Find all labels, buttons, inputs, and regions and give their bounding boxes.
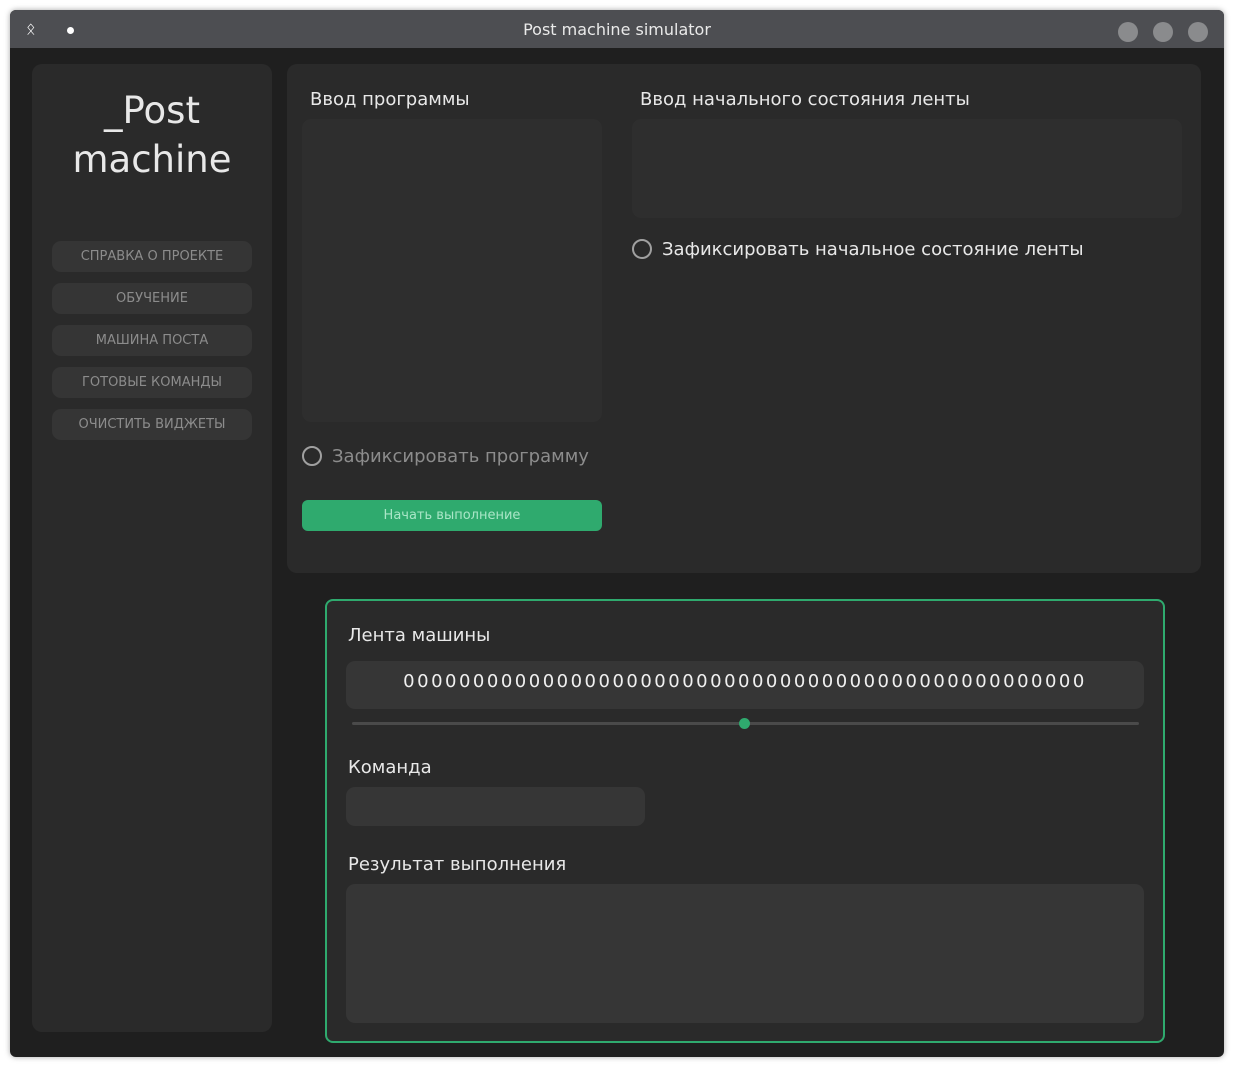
minimize-button[interactable] <box>1118 22 1138 42</box>
tape-input-label: Ввод начального состояния ленты <box>640 89 970 110</box>
tape-input[interactable] <box>632 119 1182 218</box>
tape-label: Лента машины <box>348 625 491 646</box>
fix-program-label[interactable]: Зафиксировать программу <box>332 446 589 467</box>
machine-panel: Лента машины 000000000000000000000000000… <box>325 599 1165 1043</box>
result-output[interactable] <box>346 884 1144 1023</box>
logo-line-2: machine <box>72 138 232 181</box>
input-panel: Ввод программы Зафиксировать программу Н… <box>287 64 1201 573</box>
program-input-label: Ввод программы <box>310 89 470 110</box>
tutorial-button[interactable]: ОБУЧЕНИЕ <box>52 283 252 314</box>
main-content: _Post machine СПРАВКА О ПРОЕКТЕ ОБУЧЕНИЕ… <box>17 48 1217 1050</box>
logo-line-1: _Post <box>104 89 200 132</box>
app-window: ᛟ Post machine simulator _Post machine С… <box>10 10 1224 1057</box>
window-title: Post machine simulator <box>523 20 711 39</box>
title-bar[interactable]: ᛟ Post machine simulator <box>10 10 1224 48</box>
fix-tape-label[interactable]: Зафиксировать начальное состояние ленты <box>662 239 1084 260</box>
about-project-button[interactable]: СПРАВКА О ПРОЕКТЕ <box>52 241 252 272</box>
result-label: Результат выполнения <box>348 854 567 875</box>
command-field[interactable] <box>346 787 645 826</box>
machine-tape: 0000000000000000000000000000000000000000… <box>346 661 1144 709</box>
fix-program-radio[interactable] <box>302 446 322 466</box>
clear-widgets-button[interactable]: ОЧИСТИТЬ ВИДЖЕТЫ <box>52 409 252 440</box>
fix-tape-radio[interactable] <box>632 239 652 259</box>
tape-slider-handle[interactable] <box>739 718 750 729</box>
command-label: Команда <box>348 757 432 778</box>
ready-commands-button[interactable]: ГОТОВЫЕ КОМАНДЫ <box>52 367 252 398</box>
start-execution-button[interactable]: Начать выполнение <box>302 500 602 531</box>
sidebar: _Post machine СПРАВКА О ПРОЕКТЕ ОБУЧЕНИЕ… <box>32 64 272 1032</box>
program-input[interactable] <box>302 119 602 422</box>
logo: _Post machine <box>32 86 272 184</box>
post-machine-button[interactable]: МАШИНА ПОСТА <box>52 325 252 356</box>
maximize-button[interactable] <box>1153 22 1173 42</box>
close-button[interactable] <box>1188 22 1208 42</box>
